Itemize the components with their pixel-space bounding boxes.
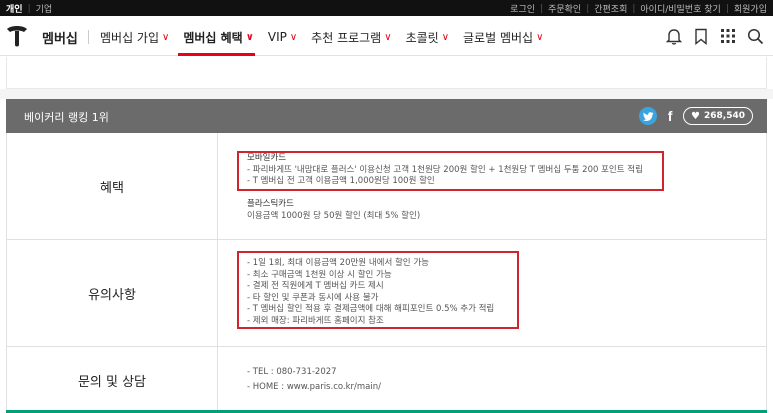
nav-item-membership-join[interactable]: 멤버십 가입 ∨ bbox=[100, 28, 169, 46]
section-gap bbox=[0, 89, 773, 99]
facebook-icon[interactable]: f bbox=[663, 107, 677, 125]
nav-divider bbox=[88, 30, 89, 44]
caution-line: - 최소 구매금액 1천원 이상 시 할인 가능 bbox=[247, 269, 392, 280]
mobile-benefit-line: - T 멤버십 전 고객 이용금액 1,000원당 100원 할인 bbox=[247, 176, 435, 186]
chevron-down-icon: ∨ bbox=[289, 31, 298, 43]
nav-item-global-membership[interactable]: 글로벌 멤버십 ∨ bbox=[463, 28, 543, 46]
like-button[interactable]: ♥ 268,540 bbox=[683, 107, 753, 125]
topbar-personal-link[interactable]: 개인 bbox=[6, 2, 23, 15]
search-icon[interactable] bbox=[745, 26, 765, 46]
order-check-link[interactable]: 주문확인 bbox=[548, 2, 581, 15]
content-top-strip bbox=[6, 57, 767, 89]
row-label-benefit: 혜택 bbox=[7, 133, 218, 239]
chevron-down-icon: ∨ bbox=[162, 31, 170, 43]
like-count: 268,540 bbox=[704, 111, 745, 121]
login-link[interactable]: 로그인 bbox=[510, 2, 535, 15]
bookmark-icon[interactable] bbox=[691, 26, 711, 46]
main-nav: 멤버십 멤버십 가입 ∨ 멤버십 혜택 ∨ VIP ∨ 추천 프로그램 ∨ 초콜릿 ∨ 글… bbox=[0, 16, 773, 56]
nav-item-referral[interactable]: 추천 프로그램 ∨ bbox=[311, 28, 391, 46]
signup-link[interactable]: 회원가입 bbox=[734, 2, 767, 15]
utility-bar: 개인 | 기업 로그인 | 주문확인 | 간편조회 | 아이디/비밀번호 찾기 … bbox=[0, 0, 773, 16]
nav-menu: 멤버십 가입 ∨ 멤버십 혜택 ∨ VIP ∨ 추천 프로그램 ∨ 초콜릿 ∨ 글로벌 멤… bbox=[100, 28, 557, 46]
caution-line: - 제외 매장: 파리바게뜨 홈페이지 참조 bbox=[247, 315, 384, 326]
nav-item-vip[interactable]: VIP ∨ bbox=[268, 28, 297, 46]
caution-line: - 결제 전 직원에게 T 멤버십 카드 제시 bbox=[247, 281, 384, 291]
caution-line: - 타 할인 및 쿠폰과 동시에 사용 불가 bbox=[247, 292, 379, 303]
mobile-benefit-line: - 파리바게뜨 '내맘대로 플러스' 이용신청 고객 1천원당 200원 할인 … bbox=[247, 164, 643, 175]
plastic-card-title: 플라스틱카드 bbox=[247, 199, 294, 209]
table-row-caution: 유의사항 - 1일 1회, 최대 이용금액 20만원 내에서 할인 가능 - 최… bbox=[7, 240, 766, 347]
t-logo-icon[interactable] bbox=[6, 23, 28, 49]
benefit-info-table: 혜택 모바일카드 - 파리바게뜨 '내맘대로 플러스' 이용신청 고객 1천원당… bbox=[6, 133, 767, 413]
quick-lookup-link[interactable]: 간편조회 bbox=[594, 2, 627, 15]
caution-content: - 1일 1회, 최대 이용금액 20만원 내에서 할인 가능 - 최소 구매금… bbox=[247, 258, 494, 327]
chevron-down-icon: ∨ bbox=[384, 31, 392, 43]
nav-icon-group bbox=[657, 26, 765, 46]
bell-icon[interactable] bbox=[664, 26, 684, 46]
row-label-caution: 유의사항 bbox=[7, 240, 218, 346]
brand-title[interactable]: 멤버십 bbox=[42, 28, 78, 47]
caution-line: - T 멤버십 할인 적용 후 결제금액에 대해 해피포인트 0.5% 추가 적… bbox=[247, 304, 495, 314]
benefit-plastic-content: 플라스틱카드 이용금액 1000원 당 50원 할인 (최대 5% 할인) bbox=[247, 199, 420, 222]
nav-item-membership-benefits[interactable]: 멤버십 혜택 ∨ bbox=[183, 28, 254, 46]
section-header: 베이커리 랭킹 1위 f ♥ 268,540 bbox=[6, 99, 767, 133]
chevron-down-icon: ∨ bbox=[441, 31, 450, 43]
table-row-benefit: 혜택 모바일카드 - 파리바게뜨 '내맘대로 플러스' 이용신청 고객 1천원당… bbox=[7, 133, 766, 240]
caution-line: - 1일 1회, 최대 이용금액 20만원 내에서 할인 가능 bbox=[247, 258, 429, 268]
contact-phone: - TEL : 080-731-2027 bbox=[247, 367, 337, 377]
active-tab-indicator bbox=[178, 53, 255, 56]
table-row-contact: 문의 및 상담 - TEL : 080-731-2027 - HOME : ww… bbox=[7, 347, 766, 413]
twitter-icon[interactable] bbox=[639, 107, 658, 125]
chevron-down-icon: ∨ bbox=[536, 31, 544, 43]
share-group: f ♥ 268,540 bbox=[639, 107, 753, 125]
mobile-card-title: 모바일카드 bbox=[247, 153, 287, 163]
nav-item-chocolate[interactable]: 초콜릿 ∨ bbox=[406, 28, 449, 46]
find-account-link[interactable]: 아이디/비밀번호 찾기 bbox=[640, 2, 720, 15]
contact-homepage-link[interactable]: - HOME : www.paris.co.kr/main/ bbox=[247, 380, 381, 395]
heart-icon: ♥ bbox=[691, 110, 700, 122]
section-title: 베이커리 랭킹 1위 bbox=[24, 111, 109, 124]
chevron-down-icon: ∨ bbox=[245, 31, 254, 43]
benefit-mobile-content: 모바일카드 - 파리바게뜨 '내맘대로 플러스' 이용신청 고객 1천원당 20… bbox=[247, 153, 643, 188]
plastic-benefit-line: 이용금액 1000원 당 50원 할인 (최대 5% 할인) bbox=[247, 210, 421, 221]
topbar-business-link[interactable]: 기업 bbox=[36, 2, 53, 15]
row-label-contact: 문의 및 상담 bbox=[7, 347, 218, 413]
grid-icon[interactable] bbox=[718, 26, 738, 46]
contact-content: - TEL : 080-731-2027 - HOME : www.paris.… bbox=[247, 365, 381, 395]
